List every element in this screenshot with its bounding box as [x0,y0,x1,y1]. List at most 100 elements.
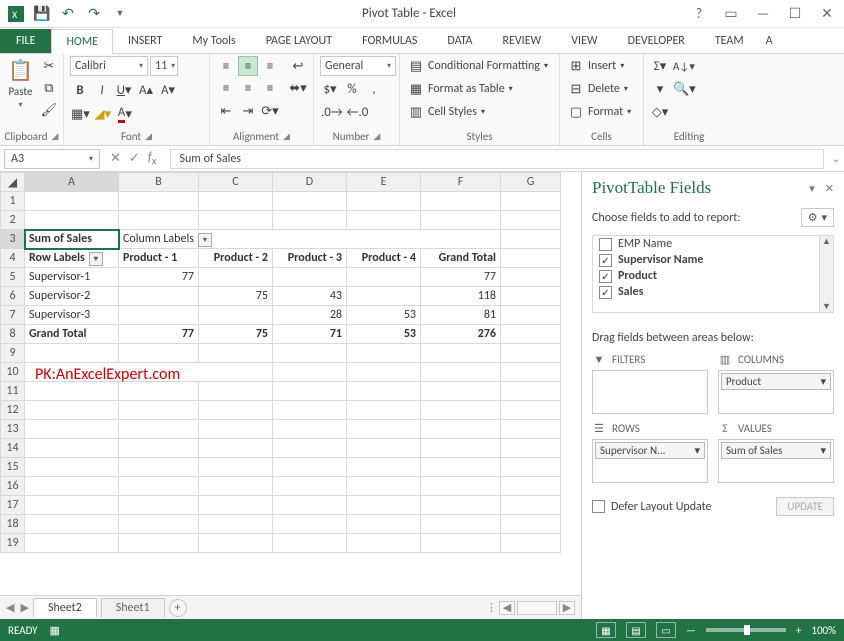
row-header[interactable]: 1 [1,192,25,211]
paste-button[interactable]: 📋 Paste ▾ [6,56,35,112]
row-header[interactable]: 14 [1,439,25,458]
col-header[interactable]: C [199,173,273,192]
cell-styles-button[interactable]: ▥Cell Styles▾ [406,102,548,122]
autosum-icon[interactable]: Σ▾ [650,56,670,76]
format-painter-icon[interactable]: 🖌 [39,100,59,120]
insert-cell-button[interactable]: ⊞Insert▾ [566,56,631,76]
cell-b3[interactable]: Column Labels▾ [119,230,501,249]
maximize-icon[interactable]: ☐ [784,5,806,22]
scroll-up-icon[interactable]: ▲ [822,236,831,247]
align-middle-icon[interactable]: ≡ [238,56,258,76]
ribbon-options-icon[interactable]: ▭ [720,5,742,22]
border-button[interactable]: ▦▾ [70,104,91,124]
view-normal-icon[interactable]: ▦ [596,622,616,638]
cell-f8[interactable]: 276 [421,325,501,344]
col-header[interactable]: D [273,173,347,192]
clear-icon[interactable]: ◇▾ [650,102,670,122]
enter-formula-icon[interactable]: ✓ [129,151,140,166]
conditional-formatting-button[interactable]: ▤Conditional Formatting▾ [406,56,548,76]
format-cell-button[interactable]: ▢Format▾ [566,102,631,122]
pivot-pane-close-icon[interactable]: ✕ [825,182,834,195]
pivot-area-filters[interactable]: ▼FILTERS [592,353,708,414]
cell-a3[interactable]: Sum of Sales [25,230,119,249]
align-bottom-icon[interactable]: ≡ [260,56,280,76]
pivot-area-rows[interactable]: ☰ROWS Supervisor N...▾ [592,422,708,483]
cell-d6[interactable]: 43 [273,287,347,306]
tab-team[interactable]: TEAM [700,28,759,53]
row-header[interactable]: 17 [1,496,25,515]
row-labels-dropdown[interactable]: ▾ [89,252,103,266]
col-header[interactable]: G [501,173,561,192]
row-header[interactable]: 7 [1,306,25,325]
tab-mytools[interactable]: My Tools [177,28,250,53]
checkbox-checked[interactable]: ✓ [599,286,612,299]
copy-icon[interactable]: ⧉ [39,78,59,98]
expand-formula-icon[interactable]: ⌄ [828,152,844,165]
col-header[interactable]: E [347,173,421,192]
tab-insert[interactable]: INSERT [113,28,177,53]
checkbox-checked[interactable]: ✓ [599,254,612,267]
format-as-table-button[interactable]: ▦Format as Table▾ [406,79,548,99]
row-header[interactable]: 5 [1,268,25,287]
font-size-select[interactable]: 11▾ [150,56,178,76]
zoom-out-icon[interactable]: — [686,624,696,637]
pivot-field-item[interactable]: ✓Supervisor Name [593,252,833,268]
align-top-icon[interactable]: ≡ [216,56,236,76]
tab-home[interactable]: HOME [51,29,113,54]
align-left-icon[interactable]: ≡ [216,78,236,98]
macro-record-icon[interactable]: ▦ [50,624,60,637]
pivot-area-values[interactable]: ΣVALUES Sum of Sales▾ [718,422,834,483]
row-header[interactable]: 18 [1,515,25,534]
delete-cell-button[interactable]: ⊟Delete▾ [566,79,631,99]
grow-font-icon[interactable]: A▴ [136,80,156,100]
row-header[interactable]: 3 [1,230,25,249]
field-chip[interactable]: Product▾ [721,373,831,390]
increase-decimal-icon[interactable]: .0→ [320,102,344,122]
redo-icon[interactable]: ↷ [84,4,104,24]
tab-view[interactable]: VIEW [556,28,612,53]
cell-a6[interactable]: Supervisor-2 [25,287,119,306]
view-page-break-icon[interactable]: ▭ [656,622,676,638]
cut-icon[interactable]: ✂ [39,56,59,76]
checkbox-unchecked[interactable] [599,238,612,251]
cell-a4[interactable]: Row Labels▾ [25,249,119,268]
find-select-icon[interactable]: 🔍▾ [672,79,697,99]
fx-icon[interactable]: fx [148,150,157,168]
zoom-level[interactable]: 100% [811,624,836,637]
decrease-decimal-icon[interactable]: ←.0 [346,102,370,122]
cancel-formula-icon[interactable]: ✕ [110,151,121,166]
tab-file[interactable]: FILE [0,29,51,53]
tab-data[interactable]: DATA [432,28,487,53]
defer-layout-checkbox[interactable]: Defer Layout Update [592,500,712,514]
cell-c4[interactable]: Product - 2 [199,249,273,268]
pivot-field-item[interactable]: ✓Product [593,268,833,284]
zoom-slider[interactable] [706,628,786,632]
sort-filter-icon[interactable]: A↓▾ [672,56,696,76]
tab-review[interactable]: REVIEW [487,28,556,53]
update-button[interactable]: UPDATE [776,497,834,516]
new-sheet-button[interactable]: + [169,599,187,617]
cell-b5[interactable]: 77 [119,268,199,287]
view-page-layout-icon[interactable]: ▤ [626,622,646,638]
align-center-icon[interactable]: ≡ [238,78,258,98]
cell-f5[interactable]: 77 [421,268,501,287]
minimize-icon[interactable]: — [752,5,774,22]
fill-color-button[interactable]: ◢▾ [93,104,113,124]
col-header[interactable]: F [421,173,501,192]
help-icon[interactable]: ? [688,5,710,22]
row-header[interactable]: 12 [1,401,25,420]
cell-f7[interactable]: 81 [421,306,501,325]
select-all-button[interactable]: ◢ [1,173,25,192]
decrease-indent-icon[interactable]: ⇤ [216,101,236,121]
row-header[interactable]: 13 [1,420,25,439]
close-icon[interactable]: ✕ [816,5,838,22]
tab-developer[interactable]: DEVELOPER [613,28,700,53]
cell-c8[interactable]: 75 [199,325,273,344]
cell-f4[interactable]: Grand Total [421,249,501,268]
sheet-nav-next-icon[interactable]: ▶ [20,601,28,614]
cell-a5[interactable]: Supervisor-1 [25,268,119,287]
name-box[interactable]: A3▾ [4,149,100,169]
zoom-in-icon[interactable]: + [796,624,801,637]
increase-indent-icon[interactable]: ⇥ [238,101,258,121]
cell-d4[interactable]: Product - 3 [273,249,347,268]
